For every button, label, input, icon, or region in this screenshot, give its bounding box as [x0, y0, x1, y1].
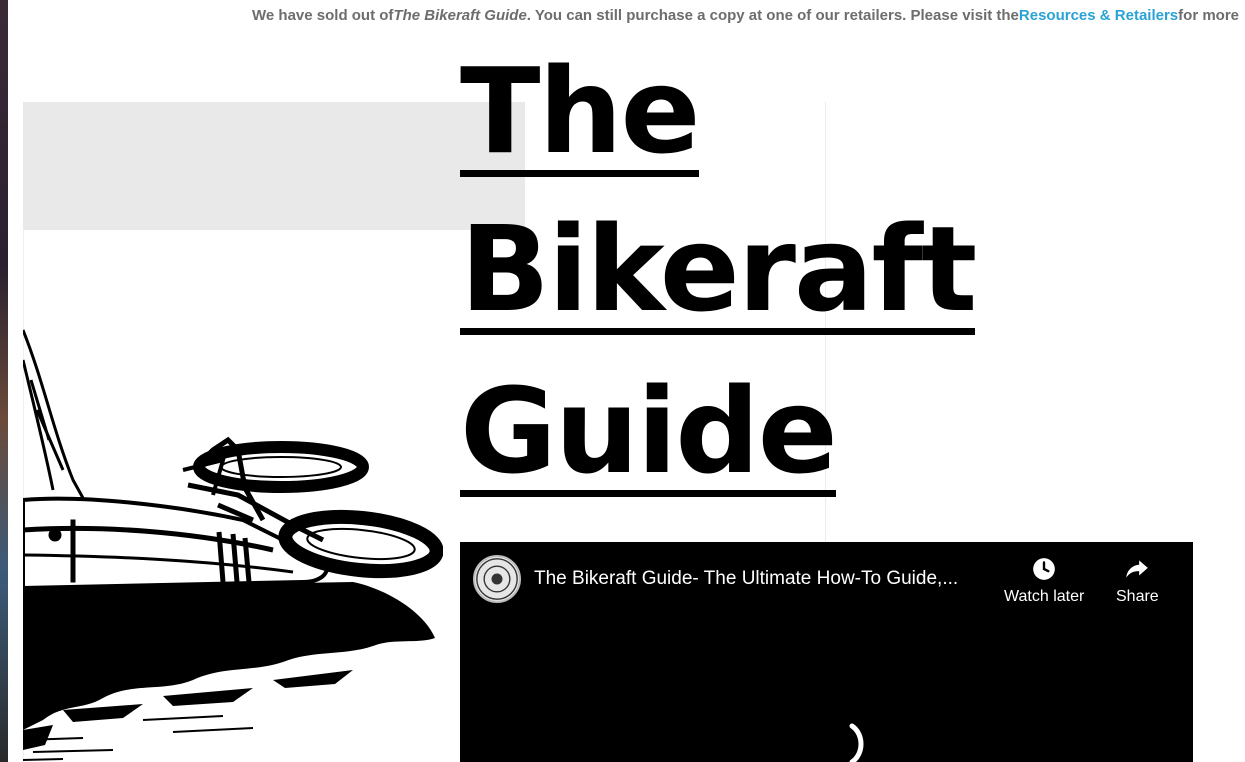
grey-placeholder-block: [23, 102, 525, 230]
share-arrow-icon: [1126, 560, 1149, 578]
share-label: Share: [1116, 588, 1159, 605]
bikeraft-illustration: [23, 329, 443, 761]
hero-title-line-3: Guide: [460, 362, 838, 500]
notice-suffix: for more: [1178, 6, 1239, 24]
hero-title-line-2: Bikeraft: [460, 200, 977, 338]
water-reflection: [23, 582, 435, 750]
rider-figure: [23, 329, 85, 499]
left-edge-strip: [0, 0, 8, 762]
watch-later-button[interactable]: Watch later: [1004, 556, 1084, 606]
page: We have sold out of The Bikeraft Guide .…: [0, 0, 1245, 762]
video-title[interactable]: The Bikeraft Guide- The Ultimate How-To …: [534, 568, 958, 590]
channel-avatar[interactable]: [473, 555, 521, 603]
hero-title-line-1: The: [460, 42, 701, 180]
notice-book-title: The Bikeraft Guide: [393, 6, 527, 24]
water-ripples: [23, 715, 254, 761]
sold-out-notice: We have sold out of The Bikeraft Guide .…: [8, 0, 1245, 30]
notice-middle: . You can still purchase a copy at one o…: [526, 6, 1019, 24]
resources-retailers-link[interactable]: Resources & Retailers: [1019, 7, 1178, 24]
notice-prefix: We have sold out of: [252, 6, 394, 24]
loading-spinner-icon: [849, 723, 864, 762]
watch-later-label: Watch later: [1004, 588, 1085, 605]
clock-icon: [1033, 558, 1055, 580]
share-button[interactable]: Share: [1116, 556, 1159, 606]
youtube-embed[interactable]: The Bikeraft Guide- The Ultimate How-To …: [460, 542, 1193, 762]
